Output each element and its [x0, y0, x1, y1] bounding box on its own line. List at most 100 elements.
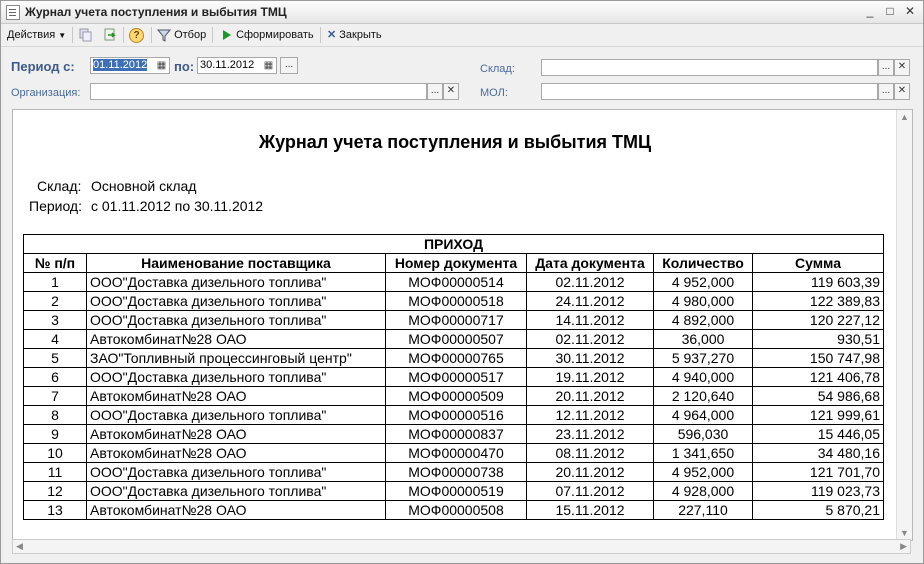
- table-cell: 596,030: [653, 424, 753, 444]
- generate-button[interactable]: Сформировать: [221, 27, 314, 43]
- table-cell: 1 341,650: [653, 443, 753, 463]
- table-cell: 12.11.2012: [526, 405, 654, 425]
- table-cell: 121 701,70: [752, 462, 884, 482]
- report-period-value: с 01.11.2012 по 30.11.2012: [91, 198, 264, 214]
- table-cell: 10: [23, 443, 87, 463]
- toolbar-separator: [320, 27, 321, 43]
- table-cell: 24.11.2012: [526, 291, 654, 311]
- table-cell: 5 870,21: [752, 500, 884, 520]
- filter-icon: [157, 29, 171, 42]
- table-cell: 11: [23, 462, 87, 482]
- horizontal-scrollbar[interactable]: ◀ ▶: [12, 539, 911, 554]
- table-cell: ООО"Доставка дизельного топлива": [86, 481, 386, 501]
- table-cell: ООО"Доставка дизельного топлива": [86, 272, 386, 292]
- organization-select-button[interactable]: ...: [427, 83, 443, 100]
- mol-select-button[interactable]: ...: [878, 83, 894, 100]
- table-cell: 4 928,000: [653, 481, 753, 501]
- mol-input[interactable]: [541, 83, 878, 100]
- scroll-up-icon[interactable]: ▲: [900, 112, 909, 122]
- scroll-left-icon[interactable]: ◀: [16, 541, 23, 552]
- help-button[interactable]: ?: [129, 27, 144, 43]
- warehouse-clear-button[interactable]: ✕: [894, 59, 910, 76]
- table-cell: 121 999,61: [752, 405, 884, 425]
- column-header: № п/п: [23, 253, 87, 273]
- table-cell: ЗАО"Топливный процессинговый центр": [86, 348, 386, 368]
- table-cell: Автокомбинат№28 ОАО: [86, 386, 386, 406]
- table-cell: ООО"Доставка дизельного топлива": [86, 310, 386, 330]
- warehouse-label: Склад:: [480, 63, 515, 75]
- table-cell: МОФ00000507: [385, 329, 527, 349]
- table-cell: МОФ00000518: [385, 291, 527, 311]
- export-icon: [104, 28, 116, 41]
- table-cell: 30.11.2012: [526, 348, 654, 368]
- toolbar-separator: [123, 27, 124, 43]
- table-cell: 4: [23, 329, 87, 349]
- copy-button[interactable]: [79, 27, 93, 43]
- table-cell: 54 986,68: [752, 386, 884, 406]
- window-title: Журнал учета поступления и выбытия ТМЦ: [25, 5, 287, 19]
- table-cell: ООО"Доставка дизельного топлива": [86, 405, 386, 425]
- organization-clear-button[interactable]: ✕: [443, 83, 459, 100]
- period-from-label: Период с:: [11, 59, 75, 74]
- toolbar: Действия ▼ ? Отбор Сформировать ✕ Закрыт…: [1, 24, 923, 47]
- table-cell: МОФ00000837: [385, 424, 527, 444]
- table-cell: 02.11.2012: [526, 329, 654, 349]
- table-cell: МОФ00000508: [385, 500, 527, 520]
- table-cell: Автокомбинат№28 ОАО: [86, 329, 386, 349]
- export-button[interactable]: [103, 27, 117, 43]
- table-cell: 36,000: [653, 329, 753, 349]
- table-cell: 02.11.2012: [526, 272, 654, 292]
- copy-icon: [79, 28, 92, 42]
- table-cell: 2 120,640: [653, 386, 753, 406]
- table-cell: 2: [23, 291, 87, 311]
- table-cell: 5 937,270: [653, 348, 753, 368]
- table-cell: ООО"Доставка дизельного топлива": [86, 291, 386, 311]
- scroll-down-icon[interactable]: ▼: [900, 528, 909, 538]
- table-row: 2 ООО"Доставка дизельного топлива" МОФ0000…: [23, 291, 884, 311]
- table-cell: 12: [23, 481, 87, 501]
- table-cell: 7: [23, 386, 87, 406]
- filter-button[interactable]: Отбор: [157, 27, 206, 43]
- calendar-icon[interactable]: ▦: [154, 58, 169, 73]
- table-cell: 20.11.2012: [526, 462, 654, 482]
- table-cell: МОФ00000509: [385, 386, 527, 406]
- table-cell: 4 980,000: [653, 291, 753, 311]
- report-document[interactable]: Журнал учета поступления и выбытия ТМЦ С…: [12, 109, 913, 541]
- table-row: 1 ООО"Доставка дизельного топлива" МОФ0000…: [23, 272, 884, 292]
- table-cell: 4 964,000: [653, 405, 753, 425]
- mol-label: МОЛ:: [480, 87, 508, 99]
- table-row: 6 ООО"Доставка дизельного топлива" МОФ0000…: [23, 367, 884, 387]
- calendar-icon[interactable]: ▦: [261, 58, 276, 73]
- vertical-scrollbar[interactable]: ▲ ▼: [896, 110, 912, 540]
- table-cell: 14.11.2012: [526, 310, 654, 330]
- period-to-value: 30.11.2012: [200, 59, 255, 71]
- report-warehouse-value: Основной склад: [91, 178, 197, 194]
- table-cell: МОФ00000514: [385, 272, 527, 292]
- document-icon: [6, 5, 20, 20]
- table-row: 11 ООО"Доставка дизельного топлива" МОФ000…: [23, 462, 884, 482]
- maximize-button[interactable]: □: [881, 3, 899, 20]
- table-cell: МОФ00000765: [385, 348, 527, 368]
- table-cell: 6: [23, 367, 87, 387]
- table-cell: 4 940,000: [653, 367, 753, 387]
- filter-label: Отбор: [174, 29, 207, 41]
- table-cell: 1: [23, 272, 87, 292]
- scroll-right-icon[interactable]: ▶: [900, 541, 907, 552]
- close-report-button[interactable]: ✕ Закрыть: [327, 27, 382, 43]
- warehouse-select-button[interactable]: ...: [878, 59, 894, 76]
- table-cell: МОФ00000717: [385, 310, 527, 330]
- warehouse-input[interactable]: [541, 59, 878, 76]
- minimize-button[interactable]: _: [861, 3, 879, 20]
- help-icon: ?: [129, 28, 144, 43]
- period-select-button[interactable]: ...: [280, 57, 298, 74]
- organization-input[interactable]: [90, 83, 427, 100]
- dropdown-arrow-icon: ▼: [58, 31, 67, 40]
- table-cell: 20.11.2012: [526, 386, 654, 406]
- table-cell: Автокомбинат№28 ОАО: [86, 443, 386, 463]
- table-row: 13 Автокомбинат№28 ОАО МОФ00000508 15.11.20…: [23, 500, 884, 520]
- close-window-button[interactable]: ✕: [901, 3, 919, 20]
- mol-clear-button[interactable]: ✕: [894, 83, 910, 100]
- table-cell: 9: [23, 424, 87, 444]
- table-row: 12 ООО"Доставка дизельного топлива" МОФ000…: [23, 481, 884, 501]
- actions-menu[interactable]: Действия ▼: [7, 27, 66, 43]
